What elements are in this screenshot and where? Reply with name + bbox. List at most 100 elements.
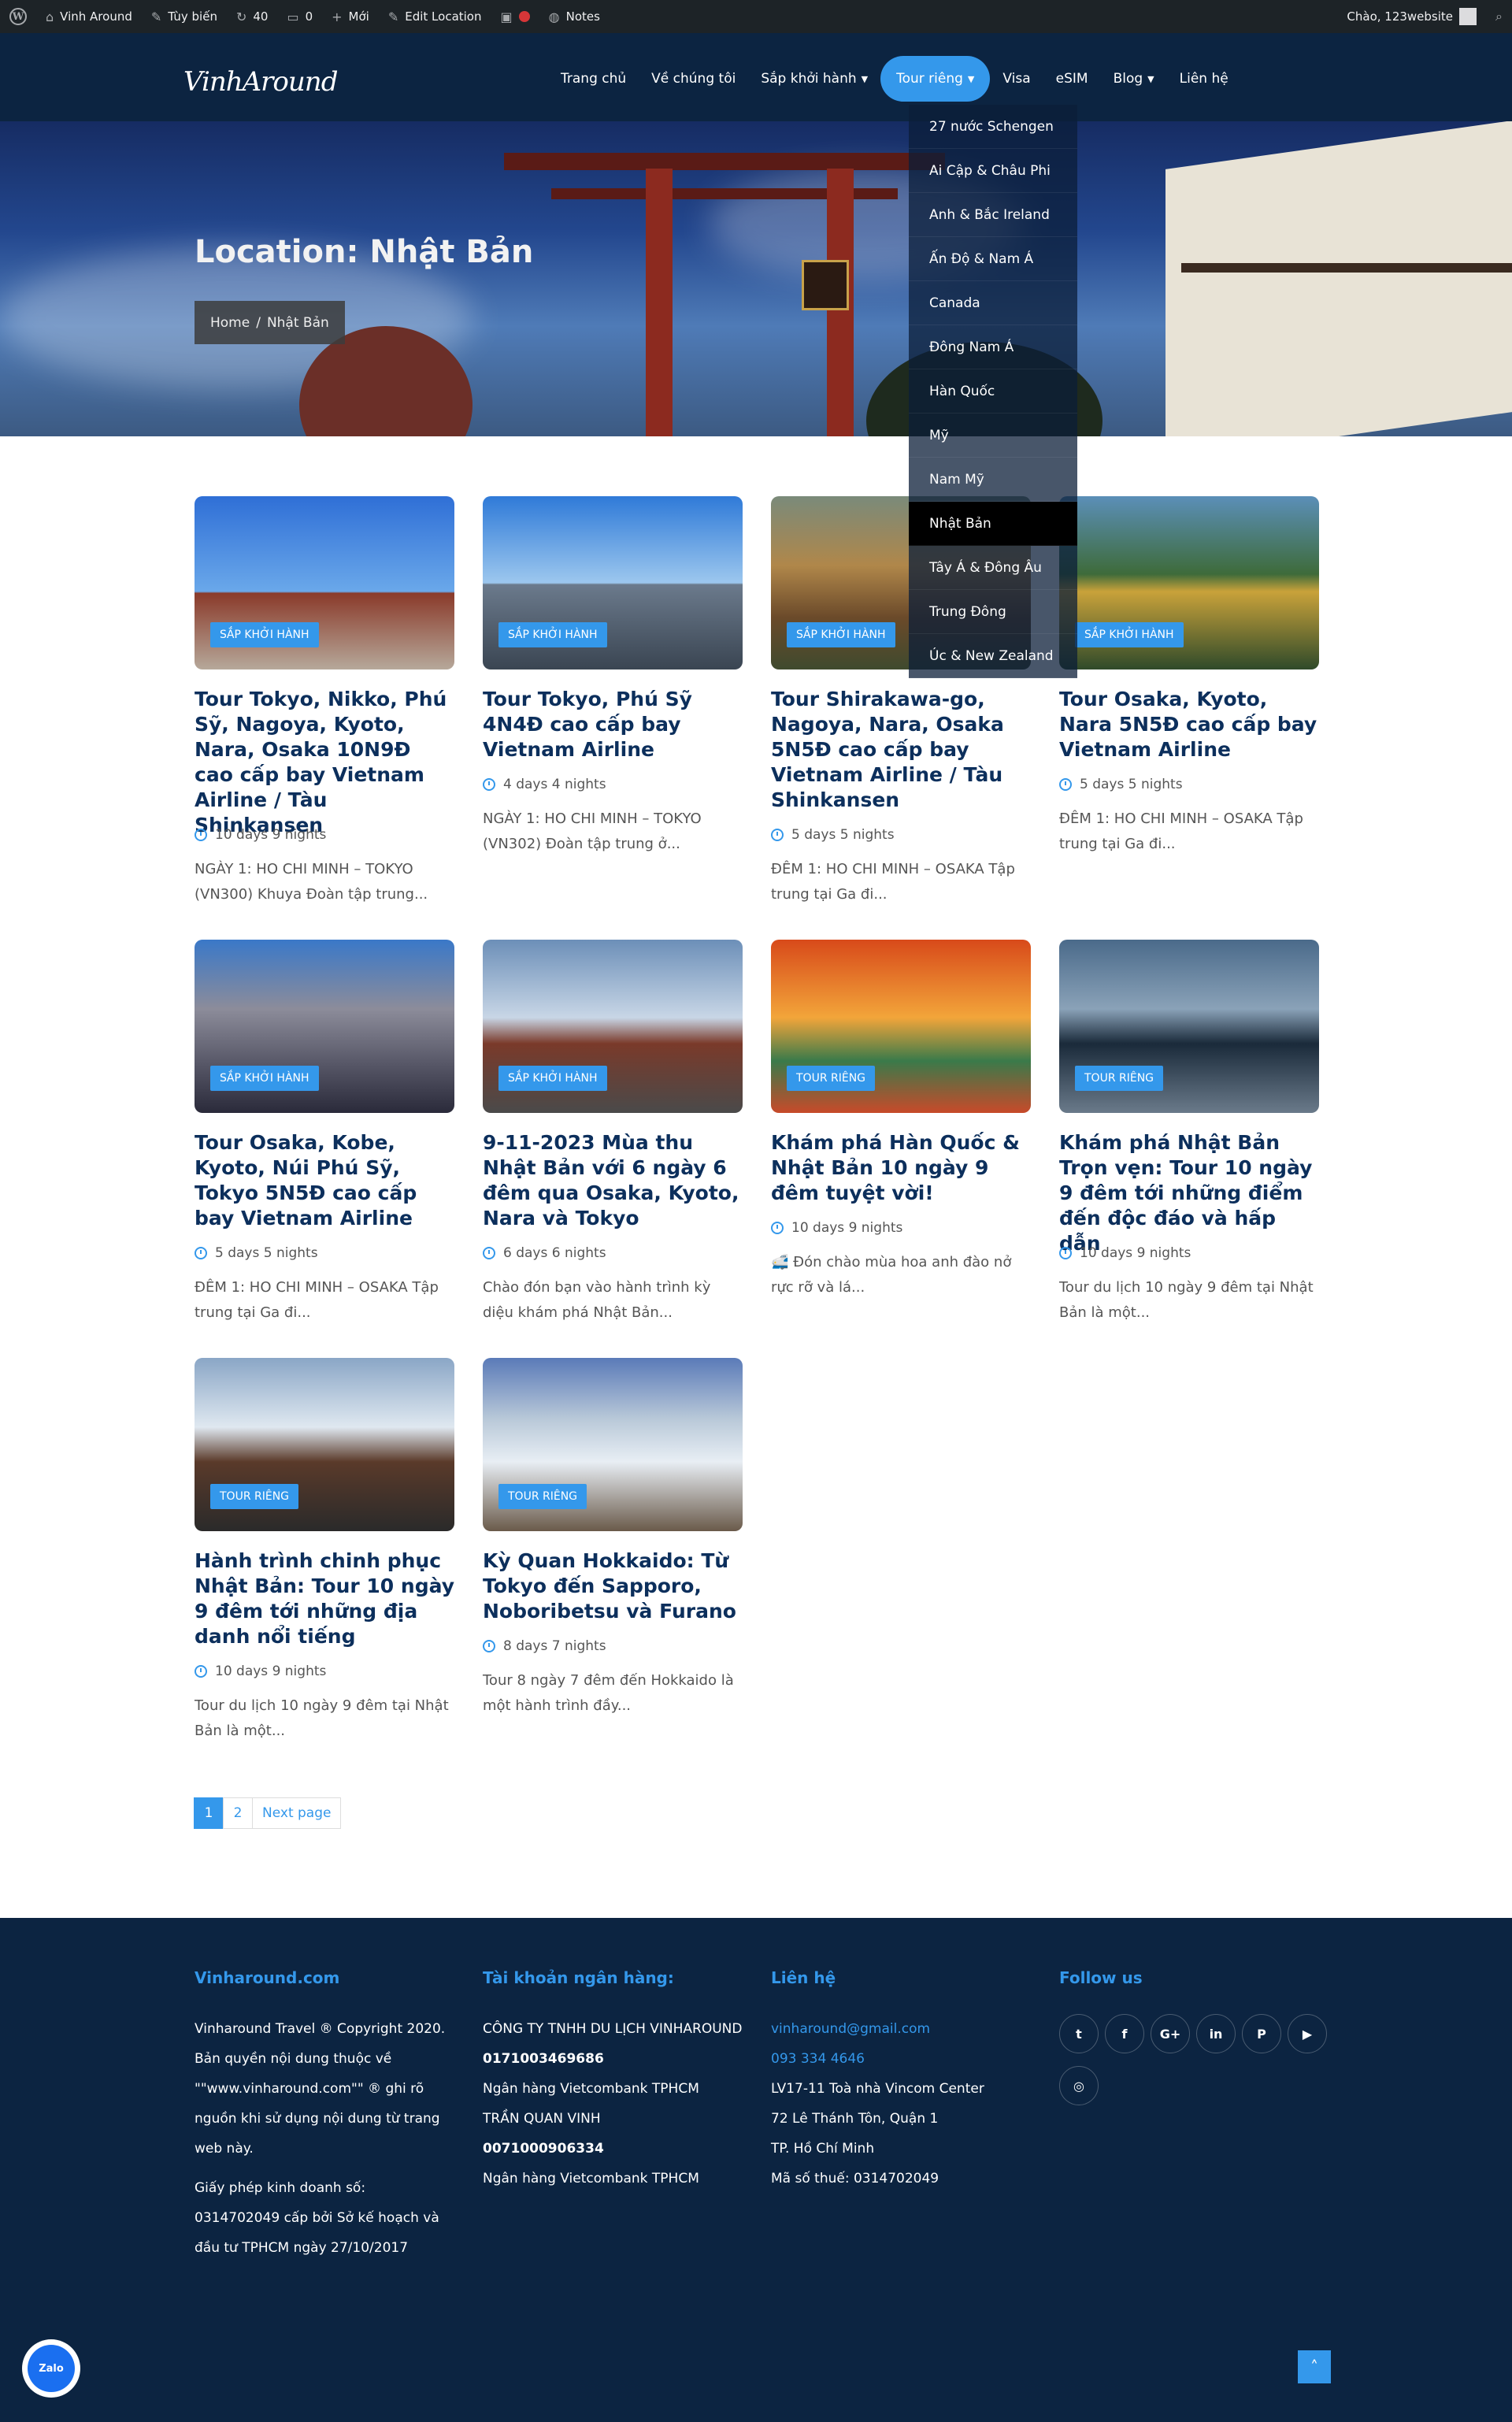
dropdown-item[interactable]: 27 nước Schengen — [909, 105, 1077, 149]
tour-title[interactable]: 9-11-2023 Mùa thu Nhật Bản với 6 ngày 6 … — [483, 1130, 743, 1231]
tour-duration-text: 5 days 5 nights — [215, 1245, 318, 1261]
footer-phone[interactable]: 093 334 4646 — [771, 2044, 1031, 2074]
footer-holder-2: TRẦN QUAN VINH — [483, 2111, 601, 2127]
tour-category-badge[interactable]: SẮP KHỞI HÀNH — [1075, 622, 1184, 647]
tour-duration: 6 days 6 nights — [483, 1245, 606, 1261]
dropdown-item[interactable]: Anh & Bắc Ireland — [909, 193, 1077, 237]
tour-title[interactable]: Khám phá Nhật Bản Trọn vẹn: Tour 10 ngày… — [1059, 1130, 1319, 1256]
tour-category-badge[interactable]: SẮP KHỞI HÀNH — [498, 622, 607, 647]
breadcrumb-home[interactable]: Home — [210, 315, 250, 331]
tour-category-badge[interactable]: SẮP KHỞI HÀNH — [498, 1066, 607, 1091]
tour-excerpt: ĐÊM 1: HO CHI MINH – OSAKA Tập trung tại… — [1059, 810, 1303, 852]
nav-upcoming[interactable]: Sắp khởi hành ▼ — [748, 56, 880, 102]
nav-private-tour[interactable]: Tour riêng ▼ — [880, 56, 991, 102]
search-button[interactable]: ⌕ — [1486, 0, 1512, 33]
dropdown-item[interactable]: Tây Á & Đông Âu — [909, 546, 1077, 590]
tour-duration-text: 10 days 9 nights — [215, 1664, 327, 1679]
footer-bank-1: Ngân hàng Vietcombank TPHCM — [483, 2081, 699, 2097]
tour-title[interactable]: Tour Osaka, Kobe, Kyoto, Núi Phú Sỹ, Tok… — [195, 1130, 454, 1231]
footer-tax: Mã số thuế: 0314702049 — [771, 2171, 939, 2186]
clock-icon — [1059, 1247, 1072, 1259]
tour-title[interactable]: Khám phá Hàn Quốc & Nhật Bản 10 ngày 9 đ… — [771, 1130, 1031, 1206]
dropdown-item[interactable]: Ai Cập & Châu Phi — [909, 149, 1077, 193]
dropdown-item[interactable]: Nhật Bản — [909, 502, 1077, 546]
pinterest-icon[interactable]: P — [1242, 2014, 1281, 2053]
footer-copyright: Vinharound Travel ® Copyright 2020. Bản … — [195, 2021, 446, 2157]
nav-esim[interactable]: eSIM — [1043, 56, 1101, 102]
footer-email[interactable]: vinharound@gmail.com — [771, 2014, 1031, 2044]
footer-bank-title: Tài khoản ngân hàng: — [483, 1968, 674, 1987]
dropdown-item[interactable]: Hàn Quốc — [909, 369, 1077, 414]
dropdown-item[interactable]: Nam Mỹ — [909, 458, 1077, 502]
tour-title[interactable]: Tour Osaka, Kyoto, Nara 5N5Đ cao cấp bay… — [1059, 687, 1319, 762]
search-icon: ⌕ — [1495, 9, 1503, 24]
tour-title[interactable]: Hành trình chinh phục Nhật Bản: Tour 10 … — [195, 1549, 454, 1649]
instagram-icon[interactable]: ◎ — [1059, 2066, 1099, 2105]
updates-link[interactable]: ↻ 40 — [227, 0, 278, 33]
footer-contact-title: Liên hệ — [771, 1968, 836, 1987]
linkedin-icon[interactable]: in — [1196, 2014, 1236, 2053]
page-2-link[interactable]: 2 — [223, 1797, 253, 1829]
comment-icon: ▭ — [287, 9, 299, 24]
tour-category-badge[interactable]: SẮP KHỞI HÀNH — [787, 622, 895, 647]
torii-pillar — [646, 169, 673, 436]
facebook-icon[interactable]: f — [1105, 2014, 1144, 2053]
tour-category-badge[interactable]: TOUR RIÊNG — [210, 1484, 299, 1509]
edit-location-link[interactable]: ✎ Edit Location — [379, 0, 491, 33]
caret-down-icon: ▼ — [1147, 73, 1154, 84]
tour-title[interactable]: Tour Tokyo, Phú Sỹ 4N4Đ cao cấp bay Viet… — [483, 687, 743, 762]
footer-address-3: TP. Hồ Chí Minh — [771, 2141, 875, 2157]
tour-category-badge[interactable]: TOUR RIÊNG — [1075, 1066, 1164, 1091]
nav-visa[interactable]: Visa — [990, 56, 1043, 102]
dropdown-item[interactable]: Canada — [909, 281, 1077, 325]
tour-duration: 5 days 5 nights — [195, 1245, 318, 1261]
dropdown-item[interactable]: Trung Đông — [909, 590, 1077, 634]
tour-title[interactable]: Tour Shirakawa-go, Nagoya, Nara, Osaka 5… — [771, 687, 1031, 813]
zalo-chat-button[interactable]: Zalo — [22, 2339, 80, 2398]
tour-excerpt: Tour 8 ngày 7 đêm đến Hokkaido là một hà… — [483, 1672, 734, 1714]
caret-down-icon: ▼ — [861, 73, 869, 84]
building — [1166, 121, 1512, 436]
twitter-icon[interactable]: t — [1059, 2014, 1099, 2053]
wordpress-logo[interactable]: W — [0, 0, 36, 33]
page-1-link[interactable]: 1 — [194, 1797, 224, 1829]
nav-about[interactable]: Về chúng tôi — [639, 56, 748, 102]
site-name-link[interactable]: ⌂ Vinh Around — [36, 0, 142, 33]
back-to-top-button[interactable]: ˄ — [1298, 2350, 1331, 2383]
dropdown-item[interactable]: Mỹ — [909, 414, 1077, 458]
tour-title[interactable]: Kỳ Quan Hokkaido: Từ Tokyo đến Sapporo, … — [483, 1549, 743, 1624]
tour-duration: 8 days 7 nights — [483, 1638, 606, 1654]
tour-excerpt: ĐÊM 1: HO CHI MINH – OSAKA Tập trung tại… — [195, 1279, 439, 1321]
dropdown-item[interactable]: Đông Nam Á — [909, 325, 1077, 369]
tour-duration-text: 4 days 4 nights — [503, 777, 606, 792]
account-menu[interactable]: Chào, 123website — [1337, 0, 1486, 33]
tour-title[interactable]: Tour Tokyo, Nikko, Phú Sỹ, Nagoya, Kyoto… — [195, 687, 454, 838]
tour-duration: 5 days 5 nights — [771, 827, 895, 843]
tour-category-badge[interactable]: SẮP KHỞI HÀNH — [210, 622, 319, 647]
dropdown-item[interactable]: Ấn Độ & Nam Á — [909, 237, 1077, 281]
hero-banner: Location: Nhật Bản Home / Nhật Bản — [0, 121, 1512, 436]
breadcrumb-current: Nhật Bản — [266, 314, 329, 331]
tour-duration-text: 10 days 9 nights — [215, 827, 327, 843]
tour-category-badge[interactable]: TOUR RIÊNG — [787, 1066, 876, 1091]
new-content-link[interactable]: + Mới — [322, 0, 379, 33]
tour-duration: 10 days 9 nights — [771, 1220, 902, 1236]
tour-duration-text: 10 days 9 nights — [1080, 1245, 1191, 1261]
notes-link[interactable]: ◍ Notes — [539, 0, 610, 33]
nav-blog[interactable]: Blog ▼ — [1101, 56, 1167, 102]
tour-category-badge[interactable]: SẮP KHỞI HÀNH — [210, 1066, 319, 1091]
youtube-icon[interactable]: ▶ — [1288, 2014, 1327, 2053]
tour-duration-text: 5 days 5 nights — [1080, 777, 1183, 792]
google-plus-icon[interactable]: G+ — [1151, 2014, 1190, 2053]
tour-category-badge[interactable]: TOUR RIÊNG — [498, 1484, 587, 1509]
comments-link[interactable]: ▭ 0 — [277, 0, 322, 33]
tour-excerpt: ĐÊM 1: HO CHI MINH – OSAKA Tập trung tại… — [771, 861, 1015, 903]
next-page-link[interactable]: Next page — [252, 1797, 342, 1829]
seo-link[interactable]: ▣ — [491, 0, 539, 33]
customize-link[interactable]: ✎ Tùy biến — [142, 0, 227, 33]
shrine-plaque — [802, 260, 849, 310]
dropdown-item[interactable]: Úc & New Zealand — [909, 634, 1077, 678]
nav-contact[interactable]: Liên hệ — [1167, 56, 1241, 102]
nav-home[interactable]: Trang chủ — [548, 56, 639, 102]
site-logo[interactable]: VinhAround — [183, 66, 338, 98]
